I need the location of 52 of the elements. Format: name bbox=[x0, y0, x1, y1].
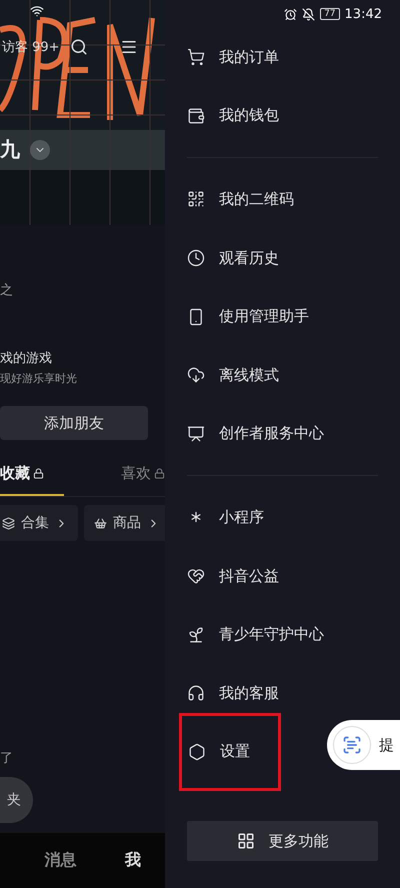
user-name: 九 bbox=[0, 136, 20, 163]
nav-tab[interactable]: 我 bbox=[124, 850, 141, 871]
add-friend-button[interactable]: 添加朋友 bbox=[0, 406, 148, 440]
wifi-icon bbox=[30, 4, 44, 18]
category-chip[interactable]: 商品 bbox=[84, 505, 165, 541]
heart-hand-icon bbox=[187, 567, 205, 586]
menu-item-label[interactable]: 我的订单 bbox=[219, 48, 279, 67]
scan-text-icon bbox=[333, 726, 371, 764]
menu-item-label[interactable]: 离线模式 bbox=[219, 366, 279, 385]
folder-button[interactable]: 夹 bbox=[0, 777, 33, 823]
clock-icon bbox=[187, 249, 205, 268]
cart-icon bbox=[187, 48, 205, 66]
search-icon[interactable] bbox=[70, 38, 88, 56]
menu-item-label[interactable]: 观看历史 bbox=[219, 248, 279, 268]
clock-time: 13:42 bbox=[344, 6, 382, 22]
phone-icon bbox=[187, 308, 205, 326]
menu-item-label[interactable]: 青少年守护中心 bbox=[219, 625, 324, 644]
chart-screen-icon bbox=[187, 424, 205, 443]
battery-level: 77 bbox=[320, 8, 340, 20]
visitor-count[interactable]: 访客 99+ bbox=[2, 38, 60, 56]
settings-icon bbox=[188, 742, 206, 761]
profile-tab[interactable]: 喜欢 bbox=[64, 464, 165, 496]
profile-tab[interactable]: 收藏 bbox=[0, 464, 64, 496]
menu-item-label[interactable]: 我的钱包 bbox=[219, 106, 279, 126]
game-subtitle: 现好游乐享时光 bbox=[0, 371, 78, 386]
layers-icon bbox=[2, 516, 15, 530]
menu-item-label[interactable]: 使用管理助手 bbox=[219, 307, 309, 326]
text-extract-button[interactable]: 提 bbox=[327, 720, 400, 770]
cart-icon bbox=[94, 516, 107, 530]
qr-code-icon bbox=[187, 190, 205, 208]
bio-text: 之 bbox=[0, 282, 14, 299]
headset-icon bbox=[187, 684, 205, 702]
menu-item-label[interactable]: 设置 bbox=[220, 742, 250, 762]
sprout-icon bbox=[187, 626, 205, 644]
wallet-icon bbox=[187, 106, 205, 125]
grid-icon bbox=[236, 832, 254, 850]
game-title: 戏的游戏 bbox=[0, 350, 53, 367]
more-features-button[interactable]: 更多功能 bbox=[187, 821, 378, 861]
empty-text: 了 bbox=[0, 750, 14, 767]
menu-item-label[interactable]: 小程序 bbox=[219, 508, 264, 527]
menu-item-label[interactable]: 我的二维码 bbox=[219, 190, 294, 209]
menu-item-label[interactable]: 创作者服务中心 bbox=[219, 424, 324, 444]
menu-icon[interactable] bbox=[120, 38, 138, 56]
alarm-icon bbox=[284, 8, 298, 20]
menu-item-label[interactable]: 抖音公益 bbox=[219, 566, 279, 586]
nav-tab[interactable]: 消息 bbox=[44, 850, 76, 871]
highlight-frame[interactable]: 设置 bbox=[179, 712, 281, 791]
category-chip[interactable]: 合集 bbox=[0, 505, 78, 541]
cloud-download-icon bbox=[187, 366, 205, 384]
bell-off-icon bbox=[302, 8, 316, 20]
menu-item-label[interactable]: 我的客服 bbox=[219, 684, 279, 703]
dropdown-button[interactable] bbox=[30, 140, 50, 160]
